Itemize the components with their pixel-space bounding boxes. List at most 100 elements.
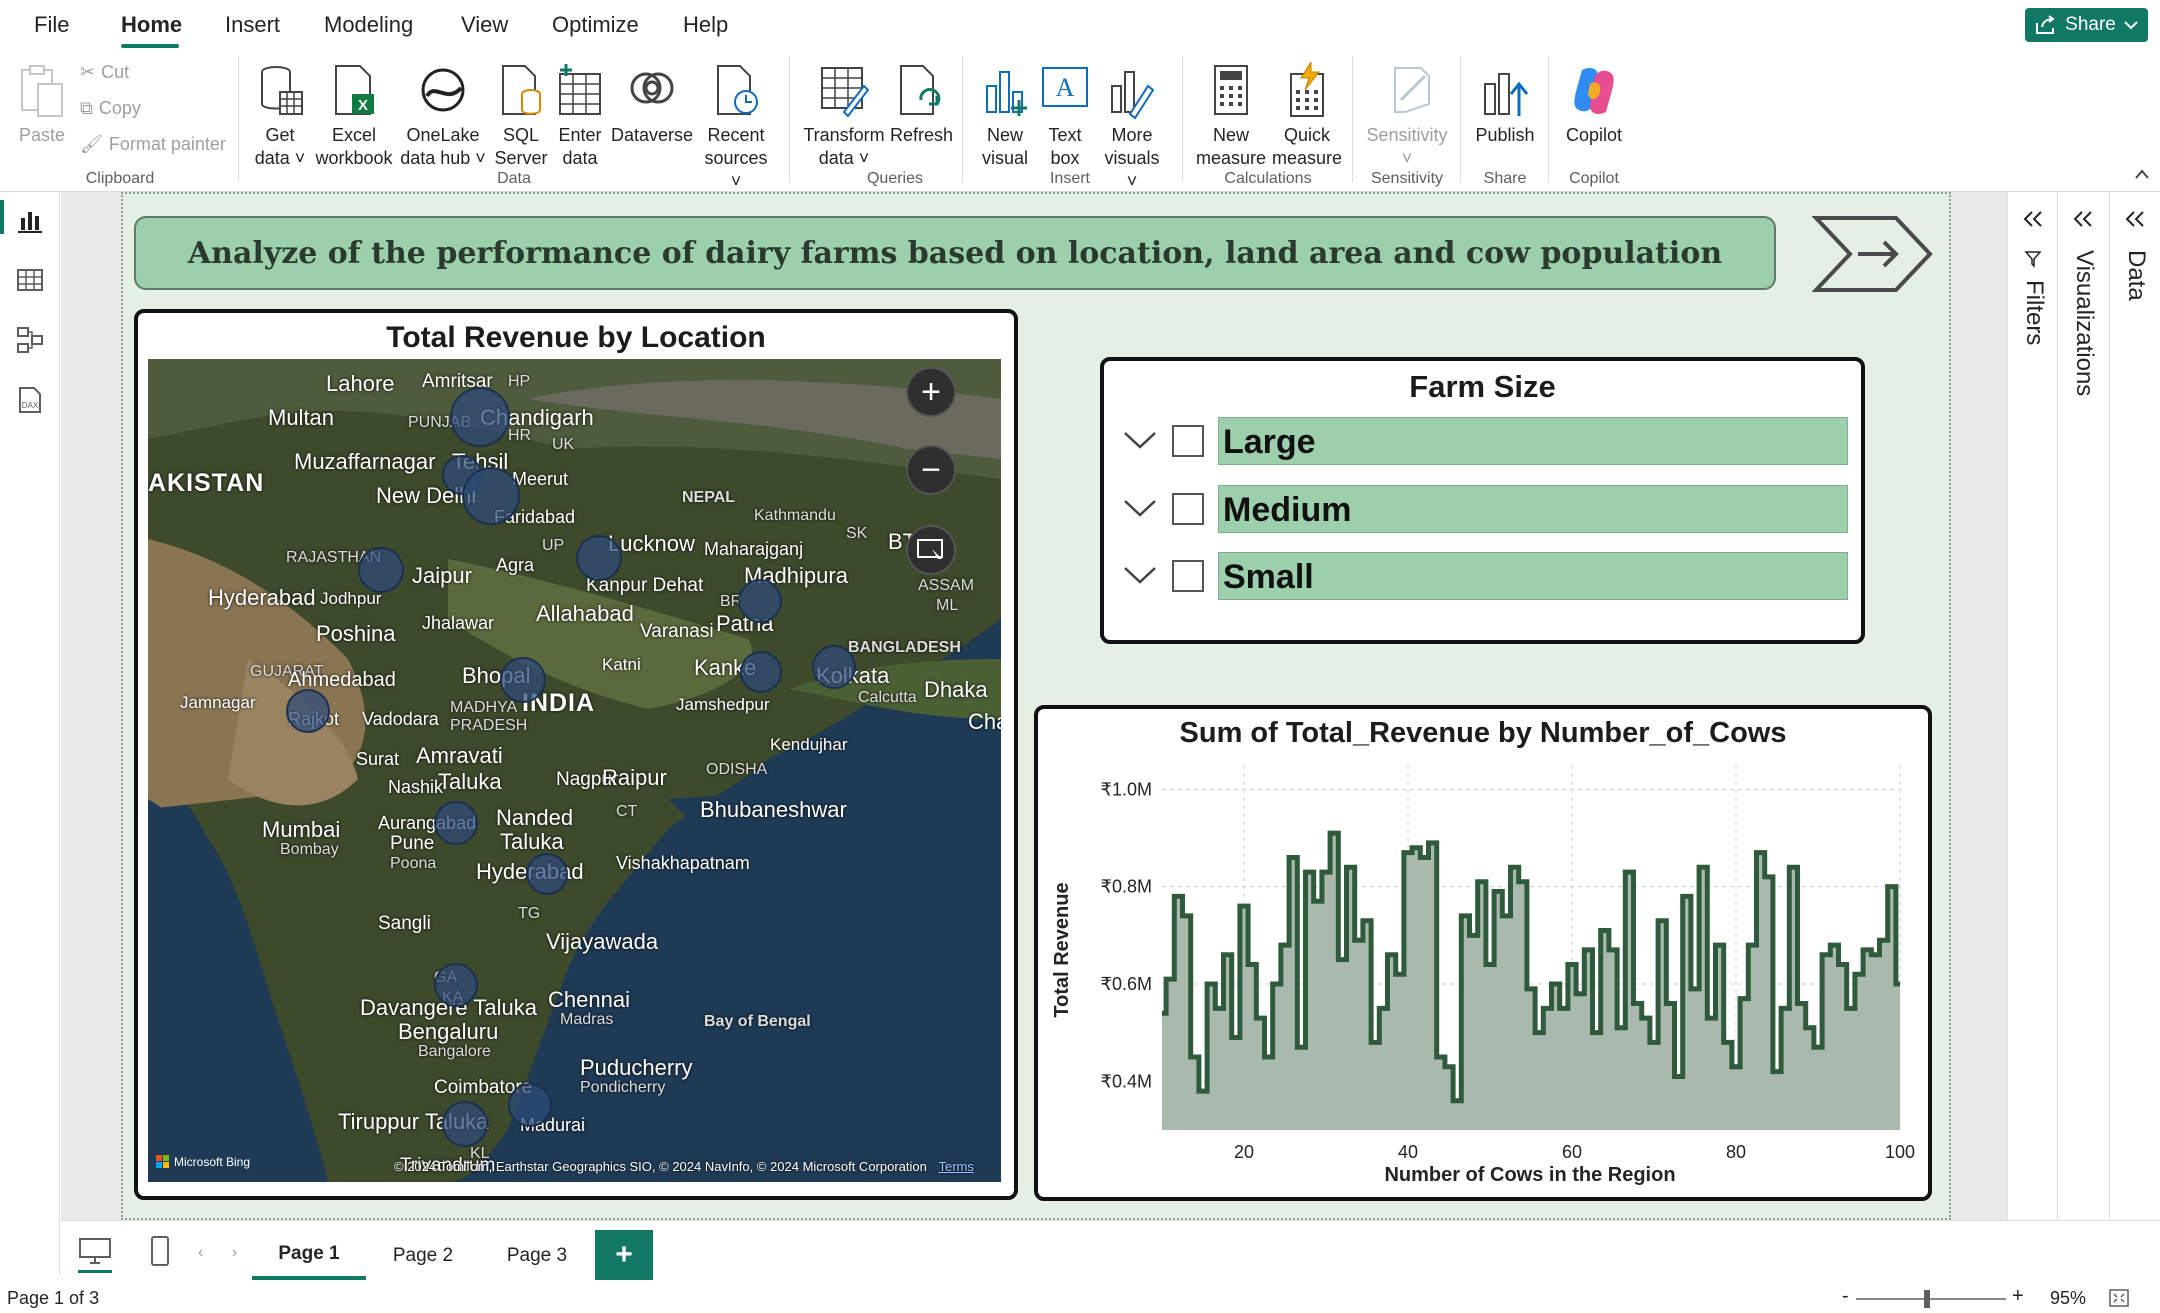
tab-page-2[interactable]: Page 2 — [366, 1232, 480, 1280]
excel-workbook-button[interactable]: X Excel workbook — [314, 62, 394, 170]
refresh-button[interactable]: Refresh — [890, 62, 953, 147]
map-label: Surat — [356, 749, 400, 769]
map-label: Taluka — [500, 829, 564, 854]
copilot-label: Copilot — [1565, 125, 1623, 145]
map-bubble[interactable] — [462, 467, 520, 525]
copilot-button[interactable]: Copilot — [1558, 62, 1630, 147]
model-view-icon[interactable] — [14, 324, 46, 356]
recent-sources-button[interactable]: Recent sources ˅ — [700, 62, 772, 193]
slicer-checkbox[interactable] — [1172, 493, 1204, 525]
menu-view[interactable]: View — [461, 12, 508, 38]
chevron-down-icon[interactable] — [1122, 560, 1158, 590]
scroll-tabs-left-icon[interactable]: ‹ — [198, 1244, 203, 1262]
slicer-checkbox[interactable] — [1172, 560, 1204, 592]
map-bubble[interactable] — [526, 853, 568, 895]
collapse-ribbon-icon[interactable] — [2134, 168, 2150, 180]
map-style-button[interactable] — [906, 525, 956, 575]
menu-modeling[interactable]: Modeling — [324, 12, 413, 38]
copy-button[interactable]: ⧉ Copy — [80, 98, 141, 119]
next-page-arrow-icon[interactable] — [1812, 214, 1934, 294]
map-label: Muzaffarnagar — [294, 449, 436, 474]
map-label: NEPAL — [682, 489, 736, 506]
new-visual-button[interactable]: New visual — [978, 62, 1032, 170]
add-page-button[interactable]: + — [595, 1230, 653, 1280]
tab-page-1[interactable]: Page 1 — [252, 1232, 366, 1280]
map-bubble[interactable] — [508, 1083, 552, 1127]
menu-optimize[interactable]: Optimize — [552, 12, 639, 38]
table-view-icon[interactable] — [14, 264, 46, 296]
cut-button[interactable]: ✂ Cut — [80, 62, 129, 83]
map-label: Lahore — [326, 371, 395, 396]
menu-help[interactable]: Help — [683, 12, 728, 38]
plus-icon: + — [615, 1238, 633, 1271]
visualizations-pane-collapsed[interactable]: Visualizations — [2057, 192, 2109, 1220]
terms-link[interactable]: Terms — [939, 1159, 974, 1174]
map-label: BANGLADESH — [848, 639, 961, 656]
report-view-icon[interactable] — [14, 204, 46, 236]
sql-server-button[interactable]: SQL Server — [492, 62, 550, 170]
zoom-out-button[interactable]: − — [906, 445, 956, 495]
group-label-insert: Insert — [1049, 170, 1090, 187]
dataverse-button[interactable]: Dataverse — [610, 62, 694, 147]
transform-data-button[interactable]: Transform data ˅ — [800, 62, 888, 170]
map-bubble[interactable] — [738, 579, 782, 623]
menu-file[interactable]: File — [34, 12, 69, 38]
data-pane-collapsed[interactable]: Data — [2109, 192, 2160, 1220]
map-label: Dhaka — [924, 677, 988, 702]
filters-pane-collapsed[interactable]: Filters — [2007, 192, 2057, 1220]
chevron-down-icon[interactable] — [1122, 425, 1158, 455]
chart-x-tick-label: 100 — [1885, 1142, 1915, 1162]
map-bubble[interactable] — [576, 535, 622, 581]
map-bubble[interactable] — [740, 651, 782, 693]
fit-to-page-icon[interactable] — [2108, 1288, 2130, 1308]
map-bubble[interactable] — [442, 1101, 488, 1147]
paste-button[interactable]: Paste — [14, 62, 70, 147]
map-bubble[interactable] — [286, 689, 330, 733]
expand-visualizations-icon[interactable] — [2072, 210, 2094, 228]
expand-filters-icon[interactable] — [2022, 210, 2044, 228]
desktop-layout-icon[interactable] — [78, 1237, 112, 1265]
map-label: Taluka — [438, 769, 502, 794]
map-canvas[interactable]: Lahore Amritsar HP Multan PUNJAB Chandig… — [148, 359, 1001, 1182]
tab-page-3[interactable]: Page 3 — [480, 1232, 594, 1280]
recent-sources-label-2: sources — [704, 148, 768, 168]
dax-query-view-icon[interactable]: DAX — [14, 384, 46, 416]
recent-sources-icon — [717, 65, 758, 115]
zoom-out-icon[interactable]: - — [1842, 1285, 1849, 1308]
excel-label-1: Excel — [331, 125, 376, 145]
map-label: Agra — [496, 555, 535, 575]
map-bubble[interactable] — [434, 801, 478, 845]
zoom-slider-track[interactable] — [1856, 1298, 2006, 1300]
expand-data-icon[interactable] — [2124, 210, 2146, 228]
get-data-button[interactable]: Get data ˅ — [250, 62, 310, 170]
share-button[interactable]: Share — [2025, 8, 2148, 42]
map-bubble[interactable] — [358, 547, 404, 593]
zoom-in-icon[interactable]: + — [2012, 1285, 2024, 1308]
slicer-item-large[interactable]: Large — [1122, 417, 1854, 465]
menu-home[interactable]: Home — [121, 12, 182, 38]
publish-button[interactable]: Publish — [1470, 62, 1540, 147]
zoom-in-button[interactable]: + — [906, 367, 956, 417]
map-bubble[interactable] — [812, 645, 856, 689]
map-bubble[interactable] — [450, 387, 510, 447]
sensitivity-button[interactable]: Sensitivity ˅ — [1362, 62, 1452, 170]
slicer-checkbox[interactable] — [1172, 425, 1204, 457]
slicer-item-small[interactable]: Small — [1122, 552, 1854, 600]
mobile-layout-icon[interactable] — [150, 1235, 170, 1267]
chart-plot-area[interactable]: ₹0.4M ₹0.6M ₹0.8M ₹1.0M 20 40 60 80 100 Total R… — [1034, 705, 1932, 1201]
chevron-down-icon[interactable] — [1122, 493, 1158, 523]
quick-measure-button[interactable]: Quick measure — [1270, 62, 1344, 170]
zoom-slider-thumb[interactable] — [1924, 1290, 1930, 1308]
slicer-item-label: Small — [1218, 552, 1848, 600]
text-box-button[interactable]: A Text box — [1038, 62, 1092, 170]
onelake-data-hub-button[interactable]: OneLake data hub ˅ — [398, 62, 488, 170]
menu-insert[interactable]: Insert — [225, 12, 280, 38]
scroll-tabs-right-icon[interactable]: › — [232, 1244, 237, 1262]
map-bubble[interactable] — [500, 657, 546, 703]
table-plus-icon — [559, 64, 601, 115]
map-bubble[interactable] — [434, 963, 478, 1007]
format-painter-button[interactable]: 🖌 Format painter — [80, 134, 226, 155]
new-measure-button[interactable]: New measure — [1194, 62, 1268, 170]
enter-data-button[interactable]: Enter data — [554, 62, 606, 170]
slicer-item-medium[interactable]: Medium — [1122, 485, 1854, 533]
